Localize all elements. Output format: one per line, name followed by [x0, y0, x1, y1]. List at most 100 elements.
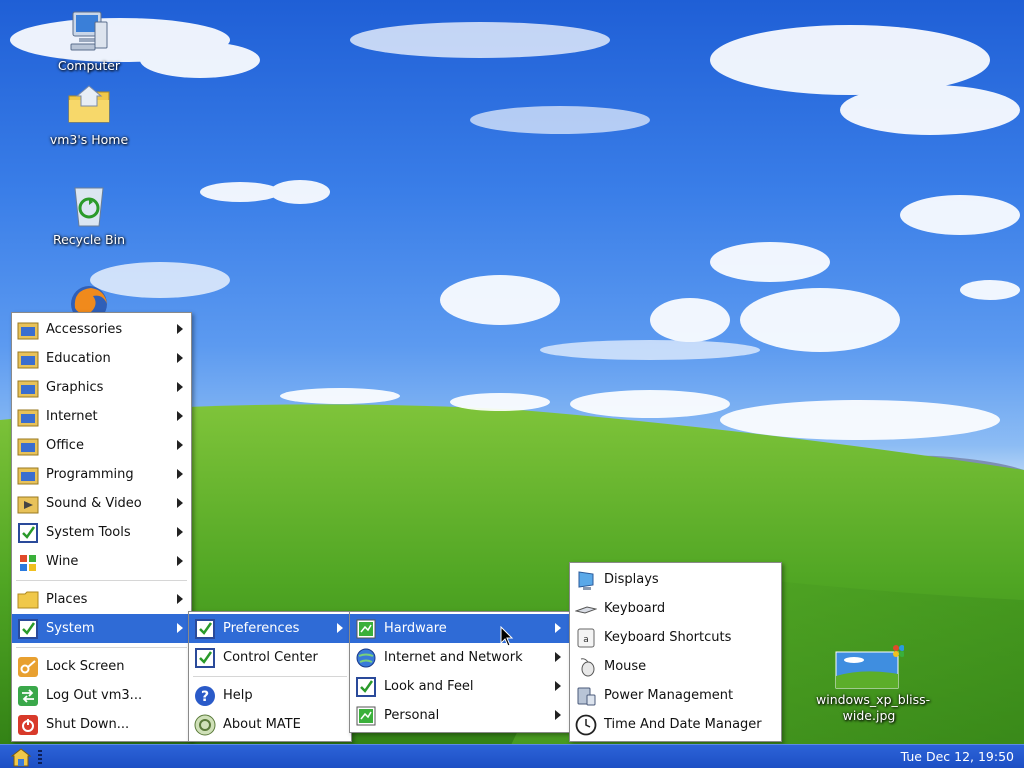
menu-item-preferences[interactable]: Preferences [189, 614, 351, 643]
accessories-folder-icon [17, 322, 39, 339]
menu-item-control-center[interactable]: Control Center [189, 643, 351, 672]
menu-item-log-out[interactable]: Log Out vm3... [12, 681, 191, 710]
desktop-icon-wallpaper-file[interactable]: windows_xp_bliss- wide.jpg [816, 642, 931, 724]
menu-item-education[interactable]: Education [12, 344, 191, 373]
menu-item-label: Displays [604, 572, 659, 587]
submenu-arrow-icon [177, 411, 183, 421]
image-file-icon [835, 645, 904, 689]
preferences-icon [195, 618, 215, 639]
menu-item-label: Wine [46, 554, 79, 569]
menu-item-about-mate[interactable]: About MATE [189, 710, 351, 739]
display-icon [578, 570, 594, 590]
control-center-icon [195, 647, 215, 668]
menu-item-programming[interactable]: Programming [12, 460, 191, 489]
menu-item-shut-down[interactable]: Shut Down... [12, 710, 191, 739]
submenu-arrow-icon [177, 353, 183, 363]
menu-item-label: Internet [46, 409, 98, 424]
desktop-icon-label: Recycle Bin [52, 232, 126, 247]
menu-item-system-tools[interactable]: System Tools [12, 518, 191, 547]
system-icon [18, 618, 38, 639]
menu-item-office[interactable]: Office [12, 431, 191, 460]
menu-item-label: System [46, 621, 95, 636]
internet-folder-icon [17, 409, 39, 426]
menu-item-label: Time And Date Manager [604, 717, 762, 732]
menu-item-power-management[interactable]: Power Management [570, 681, 781, 710]
submenu-arrow-icon [555, 652, 561, 662]
menu-item-label: Shut Down... [46, 717, 130, 732]
applications-menu: Accessories Education Graphics Internet … [11, 312, 192, 742]
menu-item-sound-video[interactable]: Sound & Video [12, 489, 191, 518]
svg-text:?: ? [201, 689, 209, 705]
menu-item-mouse[interactable]: Mouse [570, 652, 781, 681]
menu-item-personal[interactable]: Personal [350, 701, 569, 730]
submenu-arrow-icon [337, 623, 343, 633]
panel-clock[interactable]: Tue Dec 12, 19:50 [901, 749, 1014, 764]
menu-separator [193, 676, 347, 677]
desktop-icon-label: vm3's Home [49, 132, 129, 147]
menu-launcher-icon[interactable] [10, 746, 32, 768]
menu-item-places[interactable]: Places [12, 585, 191, 614]
menu-item-label: About MATE [223, 717, 301, 732]
panel-drag-handle[interactable] [38, 750, 42, 764]
desktop-icon-home[interactable]: vm3's Home [41, 82, 137, 148]
menu-item-label: Lock Screen [46, 659, 125, 674]
menu-item-internet-network[interactable]: Internet and Network [350, 643, 569, 672]
system-tools-icon [18, 522, 38, 543]
menu-item-graphics[interactable]: Graphics [12, 373, 191, 402]
office-folder-icon [17, 438, 39, 455]
menu-item-wine[interactable]: Wine [12, 547, 191, 576]
desktop-icon-label: Computer [57, 58, 121, 73]
submenu-arrow-icon [177, 594, 183, 604]
computer-icon [70, 11, 108, 51]
menu-item-internet[interactable]: Internet [12, 402, 191, 431]
menu-item-label: Internet and Network [384, 650, 523, 665]
menu-item-label: Keyboard [604, 601, 666, 616]
menu-item-label: Keyboard Shortcuts [604, 630, 732, 645]
menu-separator [16, 647, 187, 648]
keyboard-shortcuts-icon: a [577, 628, 595, 647]
menu-item-label: Control Center [223, 650, 318, 665]
graphics-folder-icon [17, 380, 39, 397]
submenu-arrow-icon [555, 681, 561, 691]
menu-item-label: Sound & Video [46, 496, 142, 511]
preferences-submenu: Hardware Internet and Network Look and F… [349, 611, 570, 733]
menu-item-system[interactable]: System [12, 614, 191, 643]
personal-icon [356, 706, 376, 725]
submenu-arrow-icon [555, 710, 561, 720]
menu-item-label: Education [46, 351, 111, 366]
menu-item-time-and-date-manager[interactable]: Time And Date Manager [570, 710, 781, 739]
menu-item-keyboard-shortcuts[interactable]: a Keyboard Shortcuts [570, 623, 781, 652]
submenu-arrow-icon [555, 623, 561, 633]
mate-logo-icon [194, 714, 216, 735]
hardware-submenu: Displays Keyboard a Keyboard Shortcuts M… [569, 562, 782, 742]
menu-item-label: Help [223, 688, 253, 703]
menu-item-keyboard[interactable]: Keyboard [570, 594, 781, 623]
menu-item-label: Preferences [223, 621, 300, 636]
menu-item-label: Mouse [604, 659, 647, 674]
keyboard-icon [575, 605, 597, 614]
menu-item-label: Power Management [604, 688, 734, 703]
wine-icon [20, 554, 36, 571]
desktop-icon-label: windows_xp_bliss- wide.jpg [816, 692, 931, 723]
submenu-arrow-icon [177, 440, 183, 450]
sound-video-folder-icon [17, 496, 39, 513]
menu-item-label: Office [46, 438, 84, 453]
globe-icon [356, 648, 376, 667]
education-folder-icon [17, 351, 39, 368]
desktop-icon-computer[interactable]: Computer [41, 8, 137, 74]
bottom-panel: Tue Dec 12, 19:50 [0, 744, 1024, 768]
menu-item-label: Places [46, 592, 88, 607]
menu-item-lock-screen[interactable]: Lock Screen [12, 652, 191, 681]
menu-item-help[interactable]: ? Help [189, 681, 351, 710]
menu-item-label: Graphics [46, 380, 104, 395]
menu-item-look-and-feel[interactable]: Look and Feel [350, 672, 569, 701]
menu-item-displays[interactable]: Displays [570, 565, 781, 594]
help-icon: ? [195, 685, 215, 706]
menu-item-accessories[interactable]: Accessories [12, 315, 191, 344]
submenu-arrow-icon [177, 556, 183, 566]
recycle-bin-icon [74, 187, 104, 227]
system-submenu: Preferences Control Center ? Help About … [188, 611, 352, 742]
submenu-arrow-icon [177, 324, 183, 334]
menu-item-hardware[interactable]: Hardware [350, 614, 569, 643]
desktop-icon-recycle-bin[interactable]: Recycle Bin [41, 182, 137, 248]
